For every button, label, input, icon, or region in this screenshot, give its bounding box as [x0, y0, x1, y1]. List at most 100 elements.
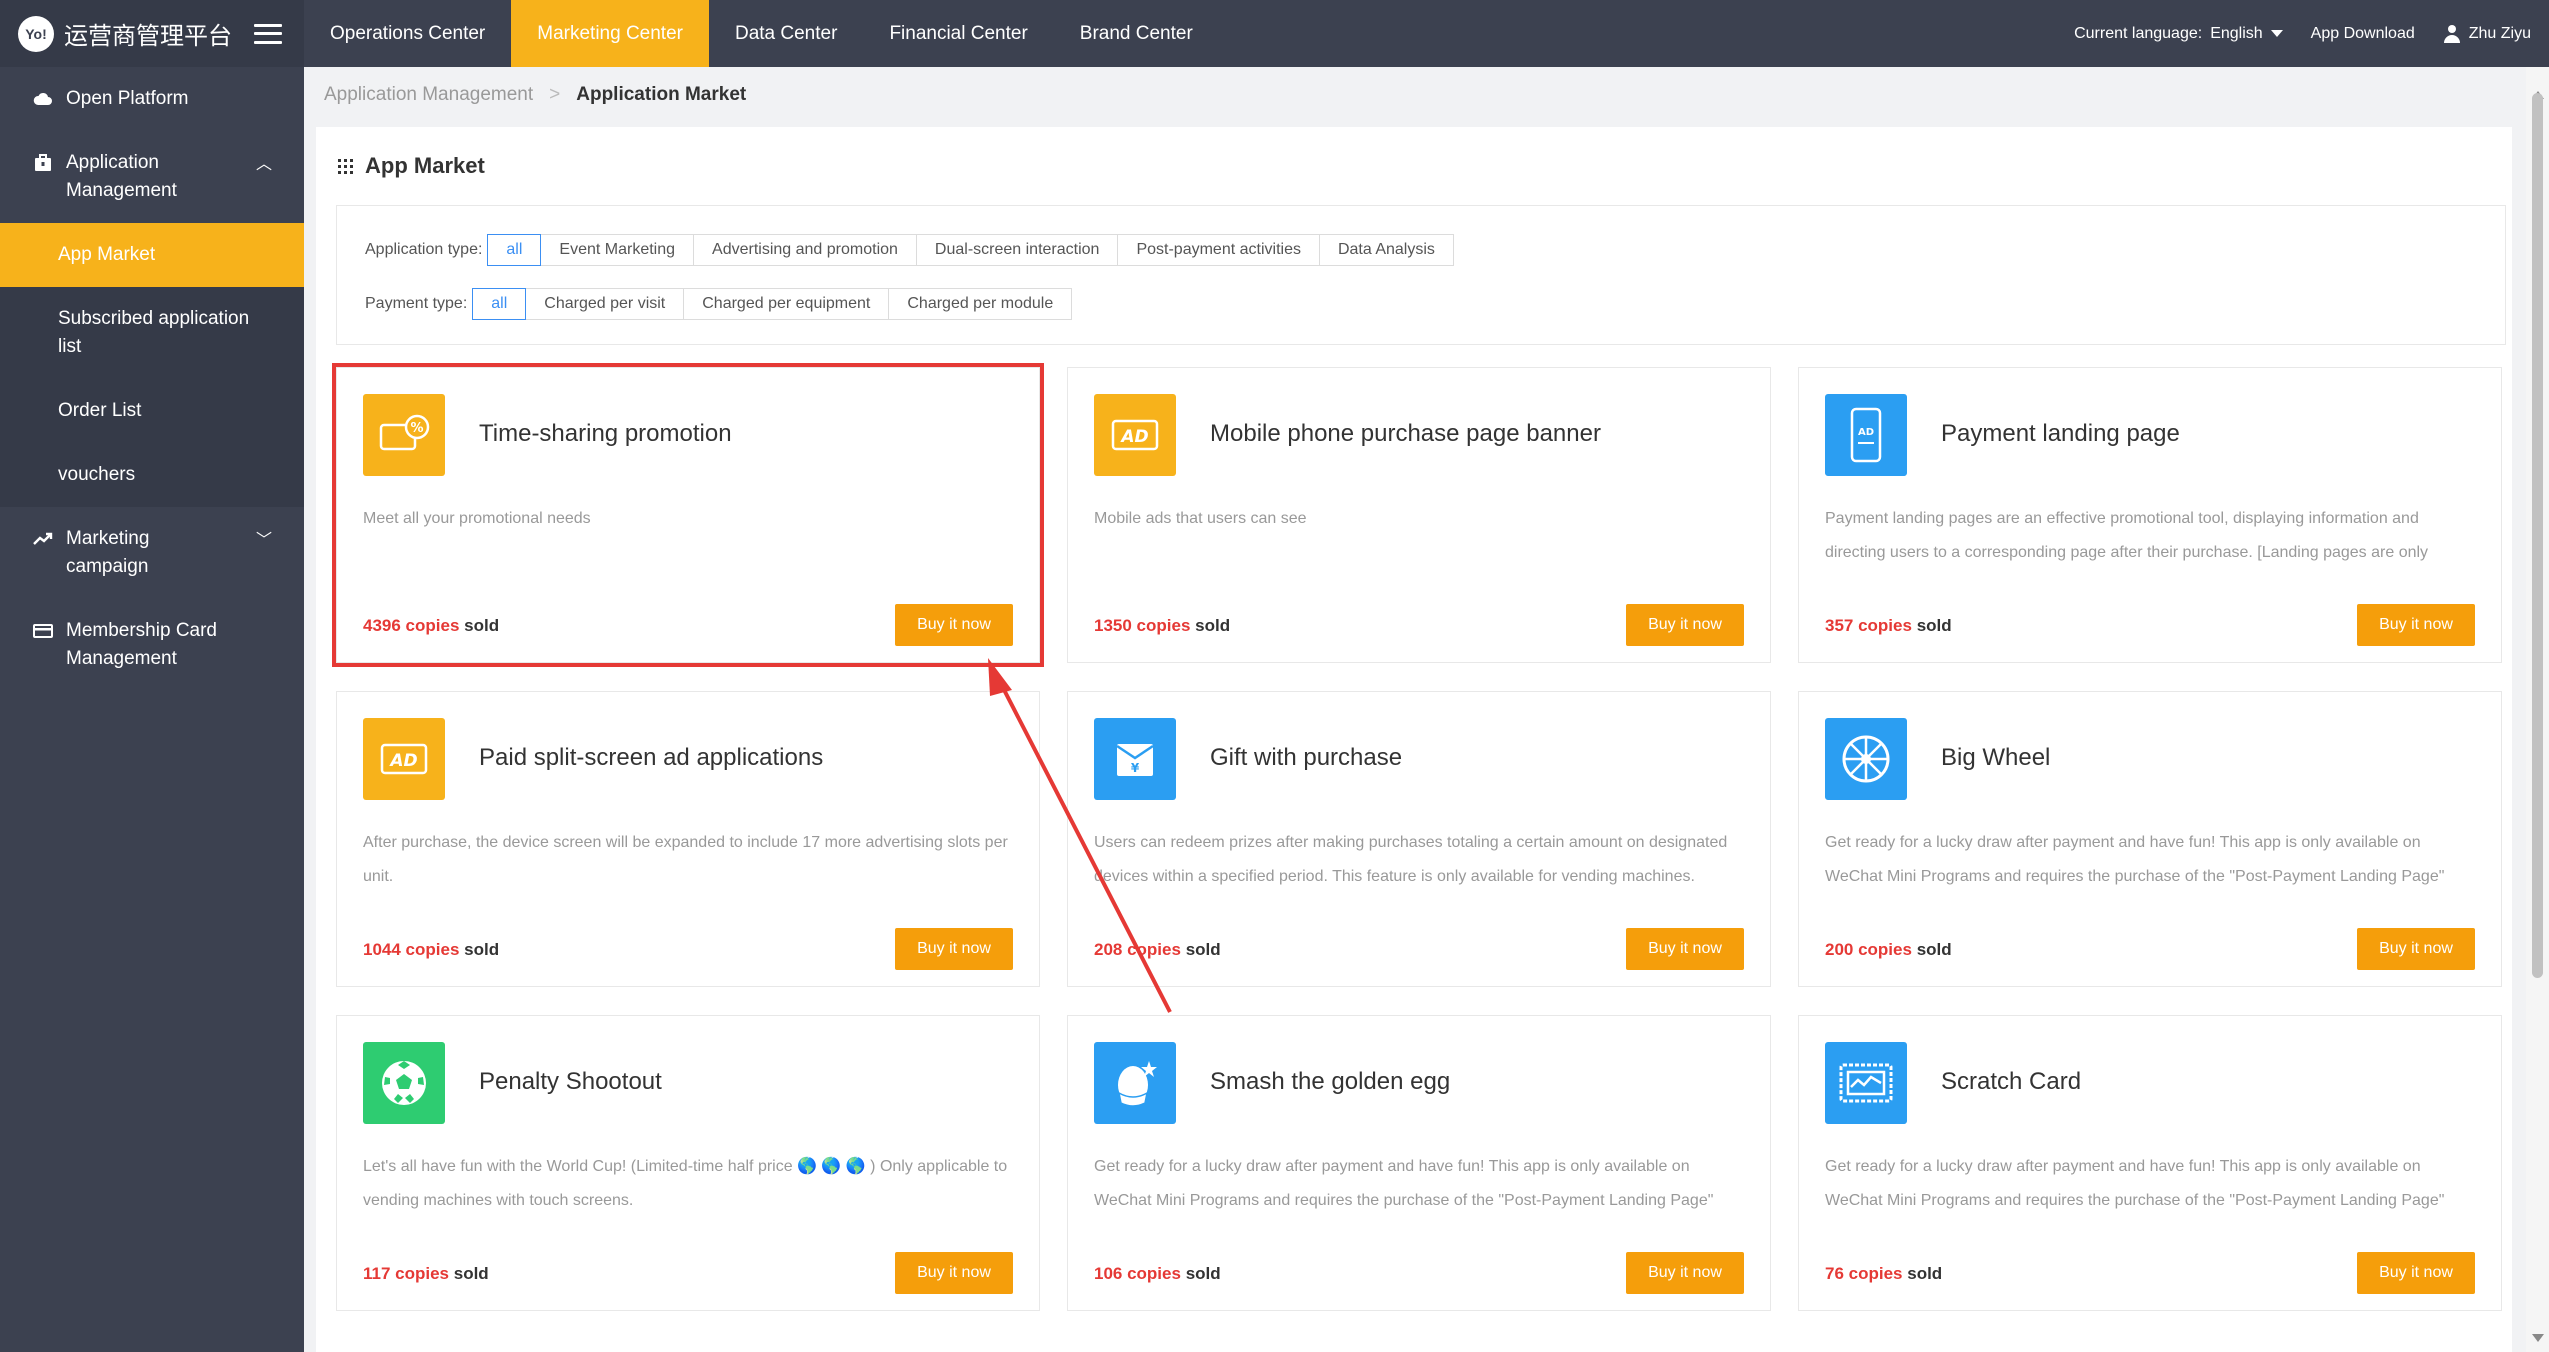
ad-icon: AD — [363, 718, 445, 800]
sold-number: 117 copies — [363, 1264, 450, 1283]
svg-text:AD: AD — [388, 751, 417, 771]
card-description: Get ready for a lucky draw after payment… — [1825, 1158, 2445, 1209]
sold-suffix: sold — [1185, 940, 1221, 959]
app-card: % Time-sharing promotion Meet all your p… — [332, 363, 1044, 667]
caret-down-icon — [2270, 30, 2283, 37]
top-bar: Yo! 运营商管理平台 Operations Center Marketing … — [0, 0, 2549, 67]
cloud-icon — [32, 88, 54, 110]
sold-number: 1350 copies — [1094, 616, 1191, 635]
sidebar-item-marketing-campaign[interactable]: Marketing campaign ﹀ — [0, 507, 304, 599]
scroll-thumb[interactable] — [2532, 93, 2543, 978]
language-label: Current language: — [2074, 24, 2203, 42]
filter-chip-all[interactable]: all — [487, 234, 542, 266]
buy-now-button[interactable]: Buy it now — [2357, 604, 2475, 646]
sold-number: 1044 copies — [363, 940, 460, 959]
card-title: Gift with purchase — [1210, 744, 1403, 771]
topnav-operations-center[interactable]: Operations Center — [304, 0, 511, 67]
card-description: Mobile ads that users can see — [1094, 510, 1307, 527]
buy-now-button[interactable]: Buy it now — [895, 604, 1013, 646]
sold-number: 106 copies — [1094, 1264, 1181, 1283]
app-card: Big Wheel Get ready for a lucky draw aft… — [1798, 691, 2502, 987]
sold-count: 1044 copies sold — [363, 940, 499, 960]
page-title-text: App Market — [365, 153, 485, 178]
card-title: Penalty Shootout — [479, 1068, 662, 1095]
sidebar-subitem-app-market[interactable]: App Market — [0, 223, 304, 287]
filter-chip-advertising[interactable]: Advertising and promotion — [693, 234, 917, 266]
sold-count: 200 copies sold — [1825, 940, 1952, 960]
app-card-grid: % Time-sharing promotion Meet all your p… — [332, 363, 2506, 1311]
buy-now-button[interactable]: Buy it now — [895, 928, 1013, 970]
logo-area: Yo! 运营商管理平台 — [0, 0, 304, 67]
sidebar-item-label: Marketing campaign — [66, 528, 150, 577]
user-menu[interactable]: Zhu Ziyu — [2443, 24, 2531, 43]
filter-chip-per-visit[interactable]: Charged per visit — [525, 288, 685, 320]
sold-suffix: sold — [453, 1264, 489, 1283]
buy-now-button[interactable]: Buy it now — [2357, 1252, 2475, 1294]
sidebar-item-label: Membership Card Management — [66, 620, 217, 669]
sold-suffix: sold — [1916, 940, 1952, 959]
card-title: Payment landing page — [1941, 420, 2180, 447]
app-card: AD Paid split-screen ad applications Aft… — [336, 691, 1040, 987]
wheel-icon — [1825, 718, 1907, 800]
discount-icon: % — [363, 394, 445, 476]
buy-now-button[interactable]: Buy it now — [895, 1252, 1013, 1294]
filter-chip-all[interactable]: all — [472, 288, 527, 320]
card-title: Time-sharing promotion — [479, 420, 732, 447]
soccer-ball-icon — [363, 1042, 445, 1124]
sidebar-item-open-platform[interactable]: Open Platform — [0, 67, 304, 131]
breadcrumb-current: Application Market — [576, 83, 747, 105]
filter-chip-per-module[interactable]: Charged per module — [888, 288, 1073, 320]
filter-box: Application type: all Event Marketing Ad… — [336, 205, 2506, 345]
sidebar-item-application-management[interactable]: Application Management ︿ — [0, 131, 304, 223]
filter-chip-dual-screen[interactable]: Dual-screen interaction — [915, 234, 1119, 266]
breadcrumb: Application Management > Application Mar… — [304, 67, 2526, 122]
buy-now-button[interactable]: Buy it now — [1626, 1252, 1744, 1294]
top-right-tools: Current language: English App Download Z… — [2074, 24, 2549, 43]
app-card: Smash the golden egg Get ready for a luc… — [1067, 1015, 1771, 1311]
trend-icon — [32, 528, 54, 550]
sold-count: 76 copies sold — [1825, 1264, 1942, 1284]
topnav-data-center[interactable]: Data Center — [709, 0, 863, 67]
card-description: Get ready for a lucky draw after payment… — [1094, 1158, 1714, 1209]
filter-chip-data-analysis[interactable]: Data Analysis — [1318, 234, 1454, 266]
buy-now-button[interactable]: Buy it now — [2357, 928, 2475, 970]
sold-suffix: sold — [1195, 616, 1231, 635]
app-card: ¥ Gift with purchase Users can redeem pr… — [1067, 691, 1771, 987]
sidebar-item-membership-card[interactable]: Membership Card Management — [0, 599, 304, 691]
sold-number: 76 copies — [1825, 1264, 1903, 1283]
breadcrumb-parent[interactable]: Application Management — [324, 84, 533, 106]
topnav-marketing-center[interactable]: Marketing Center — [511, 0, 709, 67]
payment-type-filter: Payment type: all Charged per visit Char… — [365, 288, 2505, 320]
grid-icon — [338, 158, 353, 174]
sidebar-item-label: Application Management — [66, 152, 177, 201]
app-download-link[interactable]: App Download — [2311, 25, 2415, 43]
sidebar-subitem-subscribed-list[interactable]: Subscribed application list — [0, 287, 304, 379]
topnav-brand-center[interactable]: Brand Center — [1054, 0, 1219, 67]
top-nav: Operations Center Marketing Center Data … — [304, 0, 1219, 67]
vertical-scrollbar[interactable] — [2526, 67, 2549, 1352]
svg-text:AD: AD — [1119, 427, 1148, 447]
filter-label: Application type: — [365, 241, 483, 258]
sidebar-subitem-vouchers[interactable]: vouchers — [0, 443, 304, 507]
app-card: Penalty Shootout Let's all have fun with… — [336, 1015, 1040, 1311]
sold-number: 357 copies — [1825, 616, 1912, 635]
svg-text:AD: AD — [1858, 427, 1874, 438]
buy-now-button[interactable]: Buy it now — [1626, 604, 1744, 646]
filter-chip-post-payment[interactable]: Post-payment activities — [1117, 234, 1320, 266]
sold-suffix: sold — [464, 940, 500, 959]
card-title: Smash the golden egg — [1210, 1068, 1451, 1095]
sidebar-subitem-order-list[interactable]: Order List — [0, 379, 304, 443]
filter-chip-event-marketing[interactable]: Event Marketing — [540, 234, 695, 266]
language-selector[interactable]: Current language: English — [2074, 25, 2283, 43]
topnav-financial-center[interactable]: Financial Center — [863, 0, 1053, 67]
hamburger-menu-icon[interactable] — [254, 23, 282, 44]
buy-now-button[interactable]: Buy it now — [1626, 928, 1744, 970]
phone-ad-icon: AD — [1825, 394, 1907, 476]
card-description: Let's all have fun with the World Cup! (… — [363, 1158, 1008, 1209]
sold-count: 208 copies sold — [1094, 940, 1221, 960]
breadcrumb-separator: > — [549, 83, 561, 105]
filter-chip-per-equipment[interactable]: Charged per equipment — [683, 288, 890, 320]
card-description: Get ready for a lucky draw after payment… — [1825, 834, 2445, 885]
app-market-panel: App Market Application type: all Event M… — [316, 127, 2512, 1352]
scroll-down-arrow-icon[interactable] — [2532, 1334, 2544, 1342]
